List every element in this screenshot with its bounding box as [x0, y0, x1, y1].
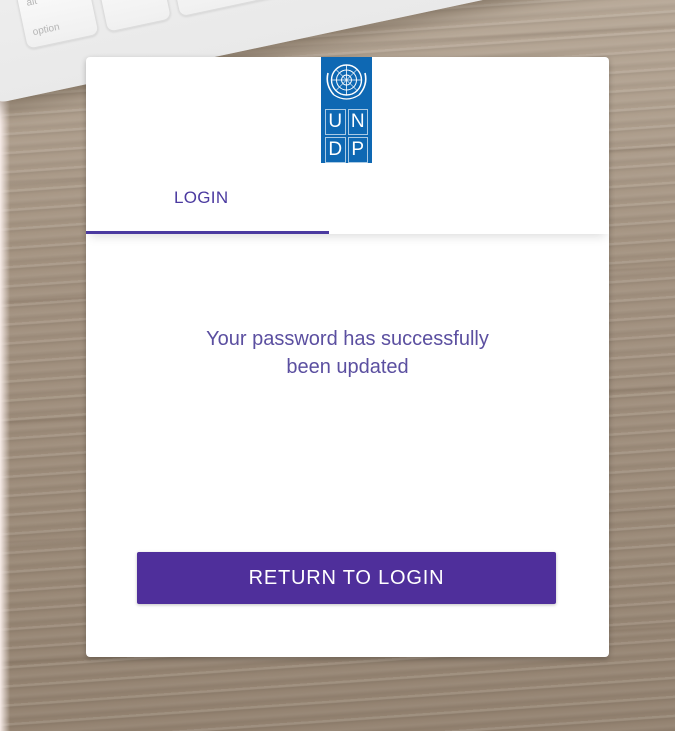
undp-letters: U N D P	[325, 109, 368, 163]
success-message-line-1: Your password has successfully	[206, 328, 489, 350]
return-to-login-button[interactable]: RETURN TO LOGIN	[137, 552, 556, 604]
keyboard-key-alt: alt option	[15, 0, 100, 50]
un-emblem-icon	[326, 64, 367, 100]
success-message: Your password has successfully been upda…	[146, 325, 549, 381]
tab-login[interactable]: LOGIN	[86, 175, 329, 234]
logo-letter-p: P	[347, 137, 368, 163]
keyboard-key-label-alt: alt	[25, 0, 39, 9]
tab-login-label: LOGIN	[174, 188, 229, 207]
logo-letter-n: N	[347, 109, 368, 135]
background-edge-glow	[0, 0, 10, 731]
keyboard-key-label-option: option	[31, 21, 61, 39]
keyboard-key	[95, 0, 173, 33]
active-tab-indicator	[86, 231, 329, 234]
logo-letter-u: U	[325, 109, 346, 135]
logo-letter-d: D	[325, 137, 346, 163]
tab-bar: LOGIN	[86, 175, 609, 234]
password-updated-card: U N D P LOGIN Your password has successf…	[86, 57, 609, 657]
success-message-line-2: been updated	[286, 356, 409, 378]
keyboard-spacebar	[167, 0, 593, 18]
undp-logo: U N D P	[321, 57, 372, 163]
